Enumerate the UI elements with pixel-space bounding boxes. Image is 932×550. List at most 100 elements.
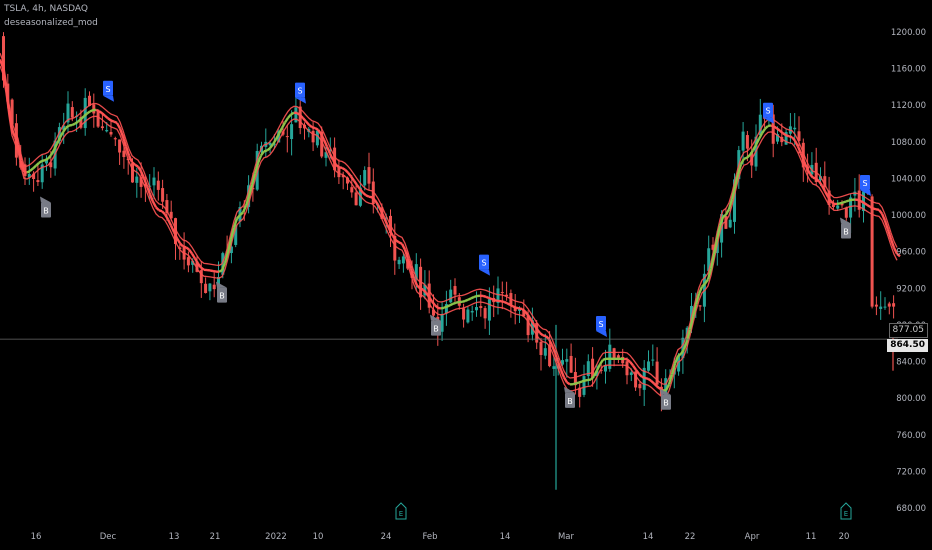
price-axis-tick: 1000.00 bbox=[891, 211, 926, 221]
trend-line bbox=[283, 117, 290, 124]
signal-label: B bbox=[663, 399, 669, 408]
trend-line bbox=[271, 138, 278, 145]
trend-line bbox=[190, 252, 197, 260]
trend-line bbox=[443, 305, 448, 309]
time-axis-label: 10 bbox=[313, 532, 324, 542]
candle bbox=[350, 187, 354, 193]
candle bbox=[113, 138, 117, 140]
candle bbox=[208, 283, 212, 292]
time-axis-label: 16 bbox=[31, 532, 42, 542]
trend-line bbox=[773, 125, 778, 130]
price-axis-tick: 840.00 bbox=[896, 358, 926, 368]
time-axis-label: 2022 bbox=[265, 532, 287, 542]
signal-label: B bbox=[43, 207, 49, 216]
trend-line bbox=[647, 377, 652, 382]
trend-line bbox=[500, 300, 505, 304]
trend-line bbox=[455, 300, 460, 304]
trend-line bbox=[23, 170, 28, 174]
trend-line bbox=[515, 306, 520, 310]
trend-line bbox=[461, 299, 466, 304]
buy-signal-marker: B bbox=[40, 196, 51, 218]
trend-line bbox=[566, 381, 571, 386]
candle bbox=[135, 176, 139, 183]
trend-line bbox=[764, 125, 769, 130]
trend-line bbox=[602, 357, 607, 361]
trend-line bbox=[449, 302, 454, 307]
price-axis-tick: 1160.00 bbox=[891, 65, 926, 75]
candle bbox=[836, 205, 840, 209]
trend-line bbox=[95, 108, 100, 113]
trend-line bbox=[35, 162, 40, 167]
sell-signal-marker: S bbox=[295, 82, 306, 104]
trend-line bbox=[71, 122, 76, 127]
trend-line bbox=[878, 209, 883, 215]
candle bbox=[565, 359, 569, 362]
trend-line bbox=[395, 239, 400, 244]
band-line bbox=[0, 52, 898, 385]
trend-line bbox=[41, 158, 46, 163]
price-axis-tick: 920.00 bbox=[896, 284, 926, 294]
earnings-icon[interactable]: E bbox=[395, 502, 407, 520]
candle bbox=[315, 130, 319, 146]
candle bbox=[118, 139, 122, 153]
price-axis-tick: 800.00 bbox=[896, 394, 926, 404]
trend-line bbox=[857, 198, 862, 203]
chart-area[interactable]: S B S B S B S B B S S B 1200.00 1160.00 1120.00 1080.00… bbox=[0, 0, 932, 550]
trend-line bbox=[107, 117, 112, 122]
price-chart[interactable]: S B S B S B S B B S S B 1200.00 1160.00 1120.00 1080.00… bbox=[0, 0, 932, 550]
flag-tail bbox=[840, 217, 851, 224]
trend-line bbox=[188, 248, 193, 255]
trend-line bbox=[314, 127, 319, 131]
earnings-icon[interactable]: E bbox=[840, 502, 852, 520]
candle bbox=[892, 303, 896, 307]
trend-line bbox=[437, 306, 442, 310]
candle bbox=[612, 348, 616, 359]
trend-line bbox=[581, 379, 586, 383]
trend-line bbox=[793, 140, 800, 148]
candle bbox=[367, 167, 371, 184]
trend-line bbox=[863, 201, 868, 206]
candle bbox=[363, 170, 367, 186]
trend-line bbox=[182, 245, 187, 249]
time-axis-label: Mar bbox=[558, 532, 575, 542]
trend-line bbox=[839, 201, 844, 205]
sell-signal-marker: S bbox=[103, 80, 114, 102]
trend-line bbox=[376, 204, 383, 212]
candle bbox=[105, 130, 109, 132]
candle bbox=[625, 361, 629, 376]
trend-line bbox=[562, 376, 569, 384]
trend-line bbox=[494, 299, 499, 303]
trend-line bbox=[848, 198, 853, 202]
trend-line bbox=[485, 295, 490, 300]
trend-line bbox=[650, 379, 655, 385]
trend-line bbox=[179, 242, 184, 248]
svg-text:E: E bbox=[844, 510, 848, 518]
trend-line bbox=[341, 166, 346, 171]
trend-line bbox=[644, 376, 649, 380]
price-axis-tick: 1120.00 bbox=[891, 101, 926, 111]
candle bbox=[745, 135, 749, 149]
candle bbox=[879, 306, 883, 309]
candle bbox=[698, 305, 702, 307]
signal-label: S bbox=[481, 259, 486, 268]
candle bbox=[487, 299, 491, 321]
sell-signal-marker: S bbox=[596, 316, 607, 338]
trend-line bbox=[136, 165, 143, 173]
trend-line bbox=[770, 124, 775, 128]
trend-line bbox=[373, 199, 380, 206]
trend-line bbox=[263, 149, 268, 153]
buy-signal-marker: B bbox=[430, 314, 441, 336]
trend-line bbox=[209, 269, 214, 273]
flag-tail bbox=[479, 269, 490, 276]
candle bbox=[109, 131, 113, 135]
candle bbox=[543, 348, 547, 356]
trend-line bbox=[575, 381, 580, 385]
trend-line bbox=[464, 298, 469, 303]
candle bbox=[887, 303, 891, 307]
trend-line bbox=[860, 200, 865, 204]
candle bbox=[651, 359, 655, 361]
time-axis-label: Feb bbox=[422, 532, 437, 542]
time-axis-label: 22 bbox=[685, 532, 696, 542]
trend-line bbox=[305, 120, 310, 126]
signal-label: B bbox=[433, 325, 439, 334]
